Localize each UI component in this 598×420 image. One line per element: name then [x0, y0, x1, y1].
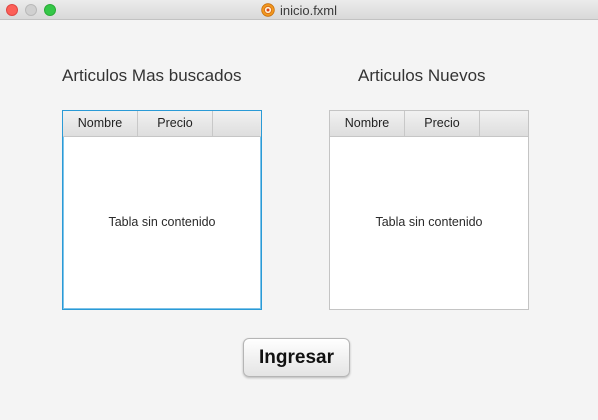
ingresar-button[interactable]: Ingresar	[243, 338, 350, 377]
empty-table-placeholder: Tabla sin contenido	[108, 215, 216, 229]
application-window: inicio.fxml Articulos Mas buscados Artic…	[0, 0, 598, 420]
column-header-precio[interactable]: Precio	[138, 111, 213, 136]
column-header-nombre[interactable]: Nombre	[330, 111, 405, 136]
column-header-filler	[213, 111, 261, 136]
table-header: Nombre Precio	[63, 111, 261, 137]
java-app-icon	[261, 3, 275, 17]
title-wrapper: inicio.fxml	[0, 0, 598, 20]
column-header-precio[interactable]: Precio	[405, 111, 480, 136]
table-header: Nombre Precio	[330, 111, 528, 137]
title-bar[interactable]: inicio.fxml	[0, 0, 598, 20]
empty-table-placeholder: Tabla sin contenido	[375, 215, 483, 229]
new-articles-table[interactable]: Nombre Precio Tabla sin contenido	[329, 110, 529, 310]
new-articles-heading: Articulos Nuevos	[358, 66, 486, 85]
most-searched-heading: Articulos Mas buscados	[62, 66, 242, 85]
column-header-nombre[interactable]: Nombre	[63, 111, 138, 136]
column-header-filler	[480, 111, 528, 136]
most-searched-table[interactable]: Nombre Precio Tabla sin contenido	[62, 110, 262, 310]
window-title: inicio.fxml	[279, 2, 338, 18]
